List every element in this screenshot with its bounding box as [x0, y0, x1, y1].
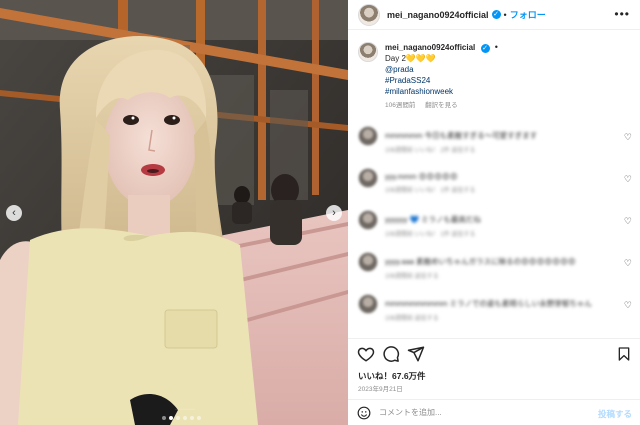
comment-like-icon[interactable]: ♡	[624, 174, 632, 185]
comment-list: mmmmmm 今日も素敵すぎる〜可愛すぎます 106週間前 いいね！ 2件 返信…	[358, 126, 634, 336]
post-caption: mei_nagano0924official ✓ • Day 2💛💛💛 @pra…	[358, 42, 630, 111]
emoji-icon[interactable]	[357, 406, 371, 420]
commenter-avatar[interactable]	[358, 210, 378, 230]
comment-meta: 106週間前 返信する	[385, 274, 439, 280]
post-photo[interactable]: —— ‹ ›	[0, 0, 348, 425]
comment-item: mmmmmmmmmm ミラノでの姿も素晴らしい永野芽郁ちゃん 106週間前 返信…	[358, 294, 634, 336]
comment-icon[interactable]	[382, 345, 400, 363]
bookmark-icon[interactable]	[616, 346, 632, 362]
comment-item: yyyyyy 💙 ミラノも最高だね 106週間前 いいね！ 1件 返信する ♡	[358, 210, 634, 252]
comment-like-icon[interactable]: ♡	[624, 132, 632, 143]
commenter-avatar[interactable]	[358, 168, 378, 188]
caption-meta: 106週間前 翻訳を見る	[385, 100, 501, 111]
photo-image: ——	[0, 0, 348, 425]
comment-text: mmmmmm 今日も素敵すぎる〜可愛すぎます	[385, 131, 538, 140]
comment-text: mmmmmmmmmm ミラノでの姿も素晴らしい永野芽郁ちゃん	[385, 299, 592, 308]
post-header: mei_nagano0924official ✓ • フォロー •••	[348, 0, 640, 30]
comment-like-icon[interactable]: ♡	[624, 300, 632, 311]
carousel-dot-active	[169, 416, 173, 420]
separator-dot: •	[494, 42, 498, 52]
post-side-panel: mei_nagano0924official ✓ • フォロー ••• mei_…	[348, 0, 640, 425]
avatar[interactable]	[358, 42, 378, 62]
post-actions	[348, 338, 640, 368]
comment-meta: 106週間前 返信する	[385, 316, 439, 322]
commenter-avatar[interactable]	[358, 126, 378, 146]
translate-link[interactable]: 翻訳を見る	[425, 102, 458, 109]
comment-like-icon[interactable]: ♡	[624, 216, 632, 227]
commenter-avatar[interactable]	[358, 294, 378, 314]
commenter-avatar[interactable]	[358, 252, 378, 272]
verified-badge-icon: ✓	[480, 44, 490, 53]
caption-body: mei_nagano0924official ✓ • Day 2💛💛💛 @pra…	[385, 42, 501, 111]
share-icon[interactable]	[407, 345, 425, 363]
carousel-next-button[interactable]: ›	[326, 205, 342, 221]
post-date: 2023年9月21日	[358, 386, 403, 393]
caption-username[interactable]: mei_nagano0924official	[385, 43, 475, 52]
post-comment-button[interactable]: 投稿する	[598, 408, 632, 420]
carousel-dot	[190, 416, 194, 420]
carousel-dot	[197, 416, 201, 420]
post-username[interactable]: mei_nagano0924official	[387, 10, 489, 20]
like-icon[interactable]	[357, 345, 375, 363]
comment-item: yyyy.aaa 素敵めいちゃんガラスに映るの😍😍😍😍😍😍😍 106週間前 返信…	[358, 252, 634, 294]
comment-like-icon[interactable]: ♡	[624, 258, 632, 269]
verified-badge-icon: ✓	[491, 10, 501, 19]
separator-dot: •	[503, 9, 507, 20]
caption-hashtag-link[interactable]: #PradaSS24	[385, 75, 501, 86]
caption-hashtag-link[interactable]: #milanfashionweek	[385, 86, 501, 97]
carousel-dot	[162, 416, 166, 420]
comment-meta: 106週間前 いいね！ 1件 返信する	[385, 188, 476, 194]
carousel-prev-button[interactable]: ‹	[6, 205, 22, 221]
like-count[interactable]: いいね！67.6万件	[358, 370, 426, 382]
carousel-dot	[183, 416, 187, 420]
more-options-icon[interactable]: •••	[614, 7, 630, 21]
carousel-dots	[162, 416, 201, 420]
comment-text: yyy.mmm 😍😍😍😍😍	[385, 172, 458, 181]
follow-button[interactable]: フォロー	[510, 8, 546, 21]
comment-item: mmmmmm 今日も素敵すぎる〜可愛すぎます 106週間前 いいね！ 2件 返信…	[358, 126, 634, 168]
comment-text: yyyy.aaa 素敵めいちゃんガラスに映るの😍😍😍😍😍😍😍	[385, 257, 576, 266]
comment-item: yyy.mmm 😍😍😍😍😍 106週間前 いいね！ 1件 返信する ♡	[358, 168, 634, 210]
svg-text:——: ——	[175, 404, 195, 415]
comment-meta: 106週間前 いいね！ 1件 返信する	[385, 232, 476, 238]
comment-input[interactable]	[379, 408, 579, 417]
caption-text: Day 2💛💛💛	[385, 54, 436, 63]
carousel-dot	[176, 416, 180, 420]
add-comment-bar: 投稿する	[348, 399, 640, 425]
comment-meta: 106週間前 いいね！ 2件 返信する	[385, 148, 476, 154]
caption-mention-link[interactable]: @prada	[385, 64, 501, 75]
caption-time: 106週間前	[385, 102, 416, 109]
avatar[interactable]	[358, 3, 380, 26]
comment-text: yyyyyy 💙 ミラノも最高だね	[385, 215, 481, 224]
